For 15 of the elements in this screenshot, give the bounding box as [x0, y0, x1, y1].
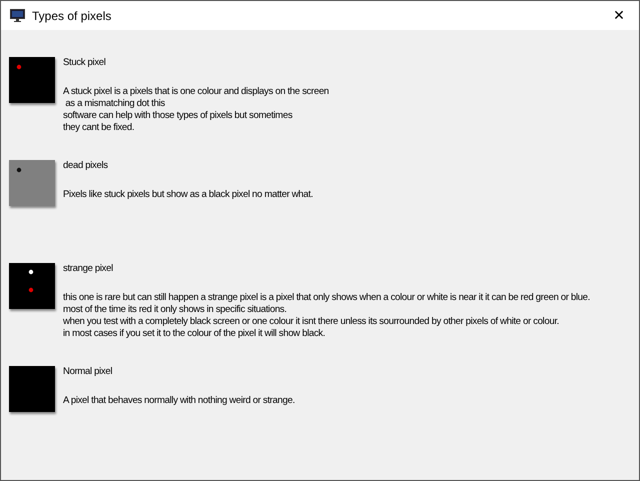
description-text: A pixel that behaves normally with nothing weird or strange.: [63, 395, 295, 407]
description-text: Pixels like stuck pixels but show as a black pixel no matter what.: [63, 189, 313, 201]
pixel-preview: [9, 160, 55, 206]
pixel-preview: [9, 57, 55, 103]
pixel-preview: [9, 263, 55, 309]
monitor-icon: [10, 9, 25, 22]
section-title: Stuck pixel: [63, 57, 107, 69]
section-title: Normal pixel: [63, 366, 114, 378]
pixel-preview: [9, 366, 55, 412]
window-title: Types of pixels: [32, 8, 112, 22]
close-button[interactable]: ✕: [599, 1, 639, 30]
section-title: dead pixels: [63, 160, 109, 172]
description-text: this one is rare but can still happen a strange pixel is a pixel that only shows when a colour or white is near it it can be red green or blue. most of the time its red it only shows in specific situations. when you test with a completely black screen or one colour it isnt there unless its sourrounded by other pixels of white or colour. in most cases if you set it to the colour of the pixel it will show black.: [63, 292, 590, 340]
section-title: strange pixel: [63, 263, 114, 275]
description-text: A stuck pixel is a pixels that is one colour and displays on the screen as a mismatching dot this software can help with those types of pixels but sometimes they cant be fixed.: [63, 86, 329, 134]
